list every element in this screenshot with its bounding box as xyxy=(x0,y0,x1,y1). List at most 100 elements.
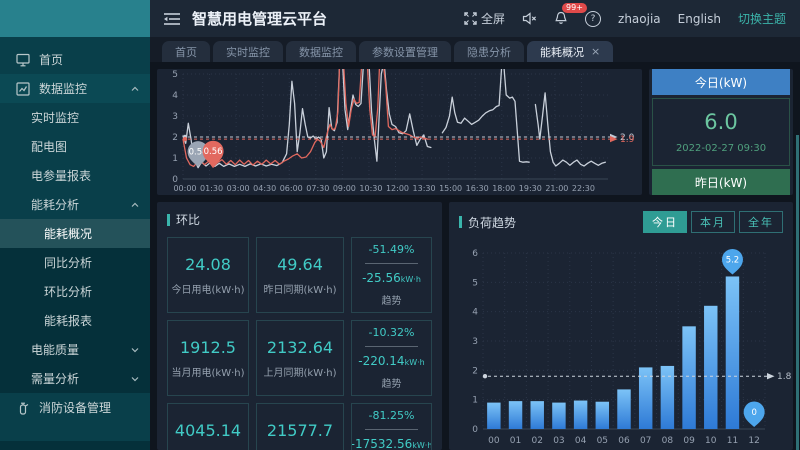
stat-yesterday-same: 49.64 昨日同期(kW·h) xyxy=(256,237,344,313)
fullscreen-label: 全屏 xyxy=(481,10,505,27)
stat-last-month-same: 2132.64 上月同期(kW·h) xyxy=(256,320,344,396)
svg-text:10:30: 10:30 xyxy=(359,184,382,193)
sidebar-item-label: 消防设备管理 xyxy=(39,399,111,416)
tab-energy-overview[interactable]: 能耗概况 × xyxy=(527,41,613,62)
tab-param-settings[interactable]: 参数设置管理 xyxy=(359,41,451,62)
svg-text:4: 4 xyxy=(472,308,478,318)
tab-hazard-analysis[interactable]: 隐患分析 xyxy=(454,41,524,62)
tab-label: 实时监控 xyxy=(226,44,270,60)
notifications-button[interactable]: 99+ xyxy=(554,11,568,26)
svg-text:6: 6 xyxy=(472,249,478,259)
svg-text:01: 01 xyxy=(510,436,521,446)
svg-text:07:30: 07:30 xyxy=(306,184,329,193)
top-header: 智慧用电管理云平台 全屏 99+ ? zhaojia English 切换主题 xyxy=(150,0,800,37)
sidebar-item-energy-overview[interactable]: 能耗概况 xyxy=(0,219,150,248)
svg-text:01:30: 01:30 xyxy=(200,184,223,193)
stat-value: 4045.14 xyxy=(175,421,241,440)
svg-text:15:00: 15:00 xyxy=(439,184,462,193)
svg-text:16:30: 16:30 xyxy=(466,184,489,193)
chevron-down-icon xyxy=(131,375,139,383)
svg-text:3: 3 xyxy=(472,337,478,347)
svg-text:21:00: 21:00 xyxy=(545,184,568,193)
sidebar-item-distribution-map[interactable]: 配电图 xyxy=(0,132,150,161)
trend-percent: -81.25% xyxy=(369,409,415,422)
menu-fold-icon[interactable] xyxy=(164,12,180,26)
stat-today-usage: 24.08 今日用电(kW·h) xyxy=(167,237,249,313)
svg-text:12: 12 xyxy=(748,436,759,446)
close-icon[interactable]: × xyxy=(591,45,600,58)
sidebar-item-label: 实时监控 xyxy=(31,109,79,126)
range-button-year[interactable]: 全年 xyxy=(739,211,783,233)
svg-text:0: 0 xyxy=(751,408,756,418)
sidebar-item-mom-analysis[interactable]: 环比分析 xyxy=(0,277,150,306)
tab-data-monitor[interactable]: 数据监控 xyxy=(286,41,356,62)
svg-text:0: 0 xyxy=(472,425,478,435)
sidebar-item-label: 环比分析 xyxy=(44,283,92,300)
svg-text:08: 08 xyxy=(662,436,674,446)
range-button-today[interactable]: 今日 xyxy=(643,211,687,233)
yesterday-kw-button[interactable]: 昨日(kW) xyxy=(652,169,790,195)
today-kw-button[interactable]: 今日(kW) xyxy=(652,69,790,95)
trend-delta: -220.14kW·h xyxy=(358,354,424,368)
stat-label: 今日用电(kW·h) xyxy=(172,281,245,296)
sidebar-next-item-cut xyxy=(0,441,150,450)
vertical-scrollbar[interactable] xyxy=(796,135,799,450)
line-chart-svg: 01234500:0001:3003:0004:3006:0007:3009:0… xyxy=(157,69,642,195)
svg-text:1.8: 1.8 xyxy=(777,372,792,382)
fullscreen-button[interactable]: 全屏 xyxy=(464,10,505,27)
sidebar-item-home[interactable]: 首页 xyxy=(0,45,150,74)
divider xyxy=(365,263,417,264)
svg-text:22:30: 22:30 xyxy=(572,184,595,193)
sidebar-item-label: 配电图 xyxy=(31,138,67,155)
svg-text:06: 06 xyxy=(618,436,630,446)
sidebar-item-fire-equipment[interactable]: 消防设备管理 xyxy=(0,393,150,422)
sidebar-item-label: 数据监控 xyxy=(39,80,87,97)
tab-realtime[interactable]: 实时监控 xyxy=(213,41,283,62)
stat-value: 2132.64 xyxy=(267,338,333,357)
sidebar-item-yoy-analysis[interactable]: 同比分析 xyxy=(0,248,150,277)
stat-value: 49.64 xyxy=(277,255,323,274)
sidebar-item-realtime[interactable]: 实时监控 xyxy=(0,103,150,132)
range-button-group: 今日 本月 全年 xyxy=(643,211,783,233)
sidebar-item-power-quality[interactable]: 电能质量 xyxy=(0,335,150,364)
tab-home[interactable]: 首页 xyxy=(162,41,210,62)
load-trend-header: 负荷趋势 今日 本月 全年 xyxy=(459,211,783,233)
trend-delta: -17532.56kW·h xyxy=(351,437,432,450)
language-switch[interactable]: English xyxy=(678,12,721,26)
sidebar-item-demand-analysis[interactable]: 需量分析 xyxy=(0,364,150,393)
theme-toggle-link[interactable]: 切换主题 xyxy=(738,10,786,27)
svg-text:13:30: 13:30 xyxy=(413,184,436,193)
kw-summary-card: 今日(kW) 6.0 2022-02-27 09:30 昨日(kW) xyxy=(649,69,793,195)
svg-text:07: 07 xyxy=(640,436,651,446)
stat-grid: 24.08 今日用电(kW·h) 49.64 昨日同期(kW·h) -51.49… xyxy=(167,237,432,450)
stat-month-usage: 1912.5 当月用电(kW·h) xyxy=(167,320,249,396)
content-area: 01234500:0001:3003:0004:3006:0007:3009:0… xyxy=(150,62,800,450)
stat-trend-month: -10.32% -220.14kW·h 趋势 xyxy=(351,320,432,396)
svg-text:3: 3 xyxy=(172,112,178,122)
svg-text:1: 1 xyxy=(472,396,478,406)
tab-label: 数据监控 xyxy=(299,44,343,60)
stat-label: 上月同期(kW·h) xyxy=(264,364,337,379)
chevron-up-icon xyxy=(131,201,139,209)
main-area: 智慧用电管理云平台 全屏 99+ ? zhaojia English 切换主题 … xyxy=(150,0,800,450)
trend-delta: -25.56kW·h xyxy=(362,271,421,285)
stat-year-usage: 4045.14 今年用电(kW·h) xyxy=(167,403,249,450)
mute-button[interactable] xyxy=(522,12,537,25)
range-button-month[interactable]: 本月 xyxy=(691,211,735,233)
sidebar-item-energy-report[interactable]: 能耗报表 xyxy=(0,306,150,335)
stat-value: 1912.5 xyxy=(180,338,236,357)
daily-load-line-chart: 01234500:0001:3003:0004:3006:0007:3009:0… xyxy=(157,69,642,195)
svg-text:04:30: 04:30 xyxy=(253,184,276,193)
sidebar-item-param-report[interactable]: 电参量报表 xyxy=(0,161,150,190)
data-monitor-icon xyxy=(16,82,30,96)
sidebar-item-data-monitor[interactable]: 数据监控 xyxy=(0,74,150,103)
svg-text:04: 04 xyxy=(575,436,587,446)
sidebar-item-energy-analysis[interactable]: 能耗分析 xyxy=(0,190,150,219)
load-trend-panel: 负荷趋势 今日 本月 全年 01234560001020304050607080… xyxy=(449,202,793,450)
svg-text:2: 2 xyxy=(172,133,178,143)
chevron-up-icon xyxy=(131,85,139,93)
sidebar-item-label: 能耗分析 xyxy=(31,196,79,213)
help-button[interactable]: ? xyxy=(585,11,601,27)
user-menu[interactable]: zhaojia xyxy=(618,12,661,26)
trend-label: 趋势 xyxy=(382,375,402,390)
